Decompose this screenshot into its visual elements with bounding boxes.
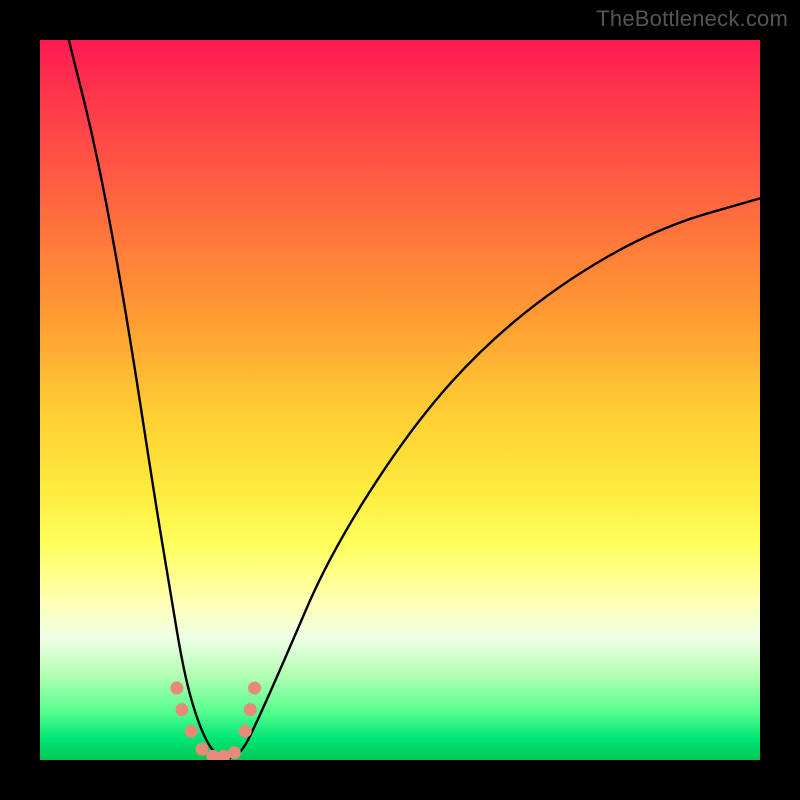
trough-marker	[175, 703, 188, 716]
trough-marker	[196, 743, 209, 756]
trough-marker	[228, 746, 241, 759]
chart-frame: TheBottleneck.com	[0, 0, 800, 800]
trough-marker	[170, 682, 183, 695]
watermark-text: TheBottleneck.com	[596, 6, 788, 32]
trough-marker	[239, 725, 252, 738]
trough-marker	[244, 703, 257, 716]
bottleneck-curve	[40, 40, 760, 760]
trough-marker	[185, 725, 198, 738]
plot-area	[40, 40, 760, 760]
trough-marker	[248, 682, 261, 695]
